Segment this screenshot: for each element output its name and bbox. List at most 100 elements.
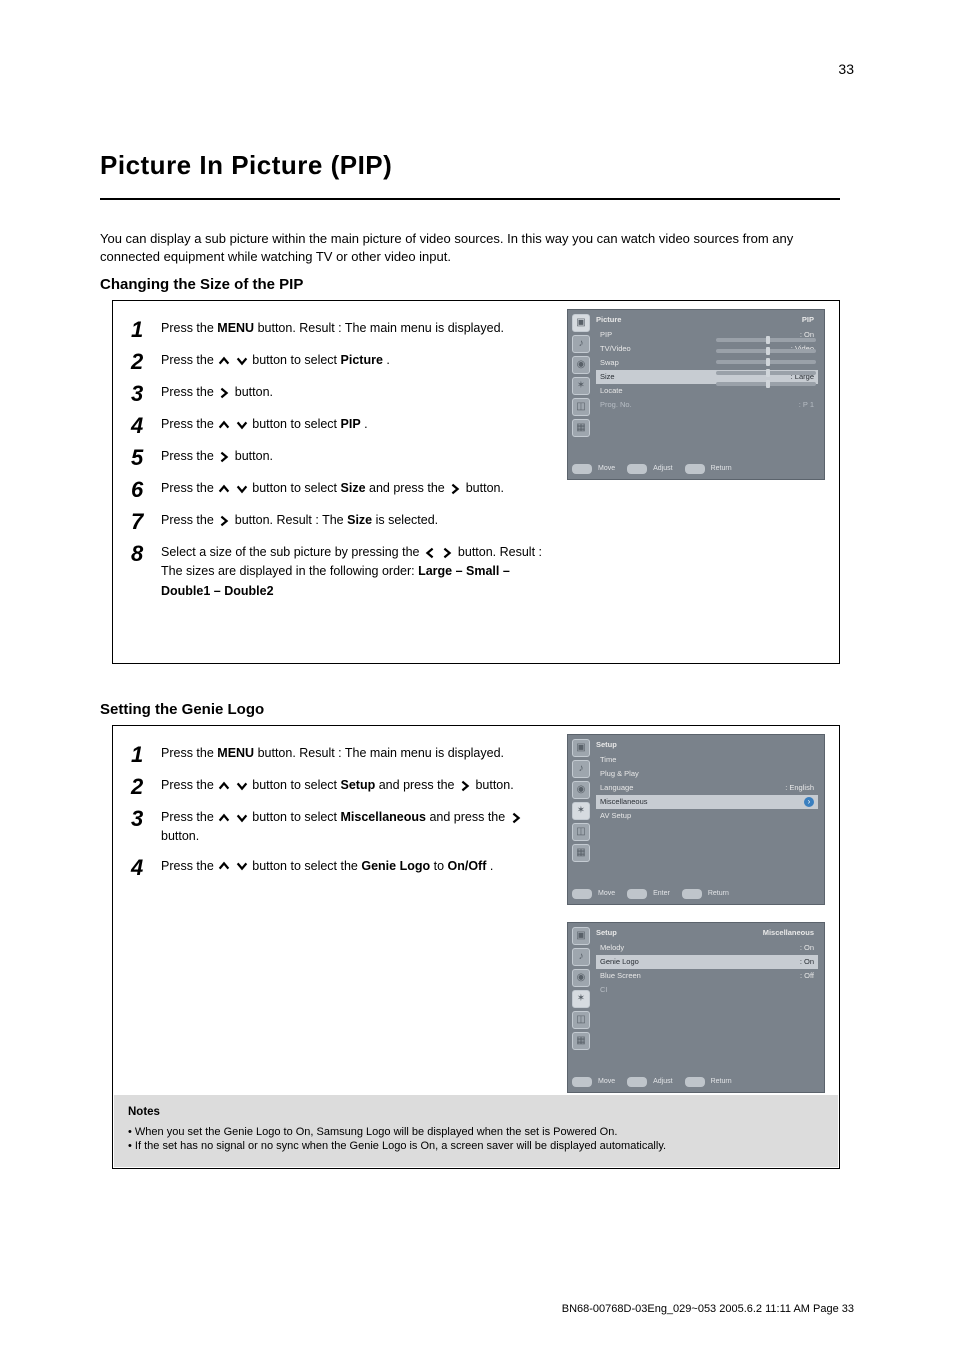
chevron-right-icon xyxy=(458,776,472,795)
t: button to select xyxy=(252,810,340,824)
pip-icon: ◫ xyxy=(572,398,590,416)
menu-keyword: MENU xyxy=(217,321,254,335)
channel-icon: ◉ xyxy=(572,969,590,987)
slider-bar xyxy=(716,371,816,375)
notes-title: Notes xyxy=(128,1105,824,1121)
chevron-down-icon xyxy=(235,808,249,827)
osd-row-highlight: Miscellaneous › xyxy=(596,795,818,809)
kw: Picture xyxy=(341,353,383,367)
section-logo: 1 Press the MENU button. Result : The ma… xyxy=(112,725,840,1169)
hint-icon xyxy=(685,1077,705,1087)
step-text: Press the button to select Miscellaneous… xyxy=(161,808,551,847)
osd-label: TV/Video xyxy=(600,344,680,354)
pip-icon: ◫ xyxy=(572,1011,590,1029)
chevron-right-icon xyxy=(217,383,231,402)
pip-icon: ◫ xyxy=(572,823,590,841)
hint-icon xyxy=(682,889,702,899)
chevron-up-icon xyxy=(217,857,231,876)
hint-icon xyxy=(627,889,647,899)
pip-step-5: 5 Press the button. xyxy=(131,447,551,469)
t: Press the xyxy=(161,417,217,431)
step-text: Press the button to select Size and pres… xyxy=(161,479,504,498)
chevron-down-icon xyxy=(235,857,249,876)
t: and press the xyxy=(369,481,448,495)
kw: Size xyxy=(341,481,366,495)
hint-return: Return xyxy=(711,1077,732,1086)
osd-body: Melody: On Genie Logo: On Blue Screen: O… xyxy=(596,941,818,1072)
osd-body: Time Plug & Play Language: English Misce… xyxy=(596,753,818,884)
osd-row: Plug & Play xyxy=(596,767,818,781)
dtv-icon: ▦ xyxy=(572,419,590,437)
setup-icon: ✶ xyxy=(572,990,590,1008)
step-number: 3 xyxy=(131,808,161,830)
step-text: Press the MENU button. Result : The main… xyxy=(161,319,504,338)
step-number: 6 xyxy=(131,479,161,501)
osd-label: Plug & Play xyxy=(600,769,680,779)
osd-row: CI xyxy=(596,983,818,997)
chevron-right-icon xyxy=(217,511,231,530)
step-text: Press the button. Result : The Size is s… xyxy=(161,511,438,530)
pip-step-6: 6 Press the button to select Size and pr… xyxy=(131,479,551,501)
t: button. xyxy=(161,829,199,843)
t: button to select xyxy=(252,353,340,367)
dtv-icon: ▦ xyxy=(572,1032,590,1050)
osd-label: Melody xyxy=(600,943,680,953)
hint-move: Move xyxy=(598,1077,615,1086)
hint-enter: Enter xyxy=(653,889,670,898)
osd-val: : P 1 xyxy=(680,400,814,410)
t: to xyxy=(434,859,448,873)
subheading-genie-logo: Setting the Genie Logo xyxy=(100,700,264,720)
osd-val: : On xyxy=(680,943,814,953)
pip-step-1: 1 Press the MENU button. Result : The ma… xyxy=(131,319,551,341)
hint-icon xyxy=(627,464,647,474)
osd-title: Setup Miscellaneous xyxy=(594,927,818,939)
osd-hints: Move Adjust Return xyxy=(572,462,820,476)
t: Press the xyxy=(161,859,217,873)
pip-step-3: 3 Press the button. xyxy=(131,383,551,405)
step-number: 1 xyxy=(131,744,161,766)
setup-icon: ✶ xyxy=(572,802,590,820)
intro-paragraph: You can display a sub picture within the… xyxy=(100,230,840,265)
pip-step-8: 8 Select a size of the sub picture by pr… xyxy=(131,543,551,601)
osd-row: Locate xyxy=(596,384,818,398)
osd-row: Prog. No.: P 1 xyxy=(596,398,818,412)
t: Press the xyxy=(161,449,217,463)
t: Press the xyxy=(161,778,217,792)
step-number: 5 xyxy=(131,447,161,469)
osd-hints: Move Adjust Return xyxy=(572,1075,820,1089)
t: . xyxy=(364,417,367,431)
picture-icon: ▣ xyxy=(572,739,590,757)
osd-title-left: Setup xyxy=(596,928,617,938)
page-title: Picture In Picture (PIP) xyxy=(100,148,392,183)
slider-bar xyxy=(716,338,816,342)
osd-label: Size xyxy=(600,372,680,382)
hint-adjust: Adjust xyxy=(653,1077,672,1086)
hint-icon xyxy=(572,464,592,474)
pip-step-4: 4 Press the button to select PIP . xyxy=(131,415,551,437)
step-text: Press the button to select Setup and pre… xyxy=(161,776,514,795)
t: Press the xyxy=(161,513,217,527)
logo-step-1: 1 Press the MENU button. Result : The ma… xyxy=(131,744,551,766)
t: Press the xyxy=(161,321,217,335)
t: is selected. xyxy=(376,513,439,527)
setup-icon: ✶ xyxy=(572,377,590,395)
notes-line-1: When you set the Genie Logo to On, Samsu… xyxy=(136,1125,824,1140)
pip-steps-list: 1 Press the MENU button. Result : The ma… xyxy=(131,319,551,611)
t: Select a size of the sub picture by pres… xyxy=(161,545,423,559)
arrow-right-icon: › xyxy=(804,797,814,807)
chevron-down-icon xyxy=(235,351,249,370)
hint-icon xyxy=(627,1077,647,1087)
notes-box: Notes When you set the Genie Logo to On,… xyxy=(114,1095,838,1167)
pip-step-2: 2 Press the button to select Picture . xyxy=(131,351,551,373)
osd-pip-menu: ▣ ♪ ◉ ✶ ◫ ▦ Picture PIP PIP: On TV/Video… xyxy=(567,309,825,480)
slider-bar xyxy=(716,349,816,353)
osd-title-right: Miscellaneous xyxy=(763,928,814,938)
osd-val: : On xyxy=(680,957,814,967)
sound-icon: ♪ xyxy=(572,335,590,353)
slider-bar xyxy=(716,360,816,364)
t: Press the xyxy=(161,481,217,495)
picture-icon: ▣ xyxy=(572,927,590,945)
osd-icon-column: ▣ ♪ ◉ ✶ ◫ ▦ xyxy=(572,927,592,1050)
page-number: 33 xyxy=(838,60,854,79)
chevron-down-icon xyxy=(235,776,249,795)
